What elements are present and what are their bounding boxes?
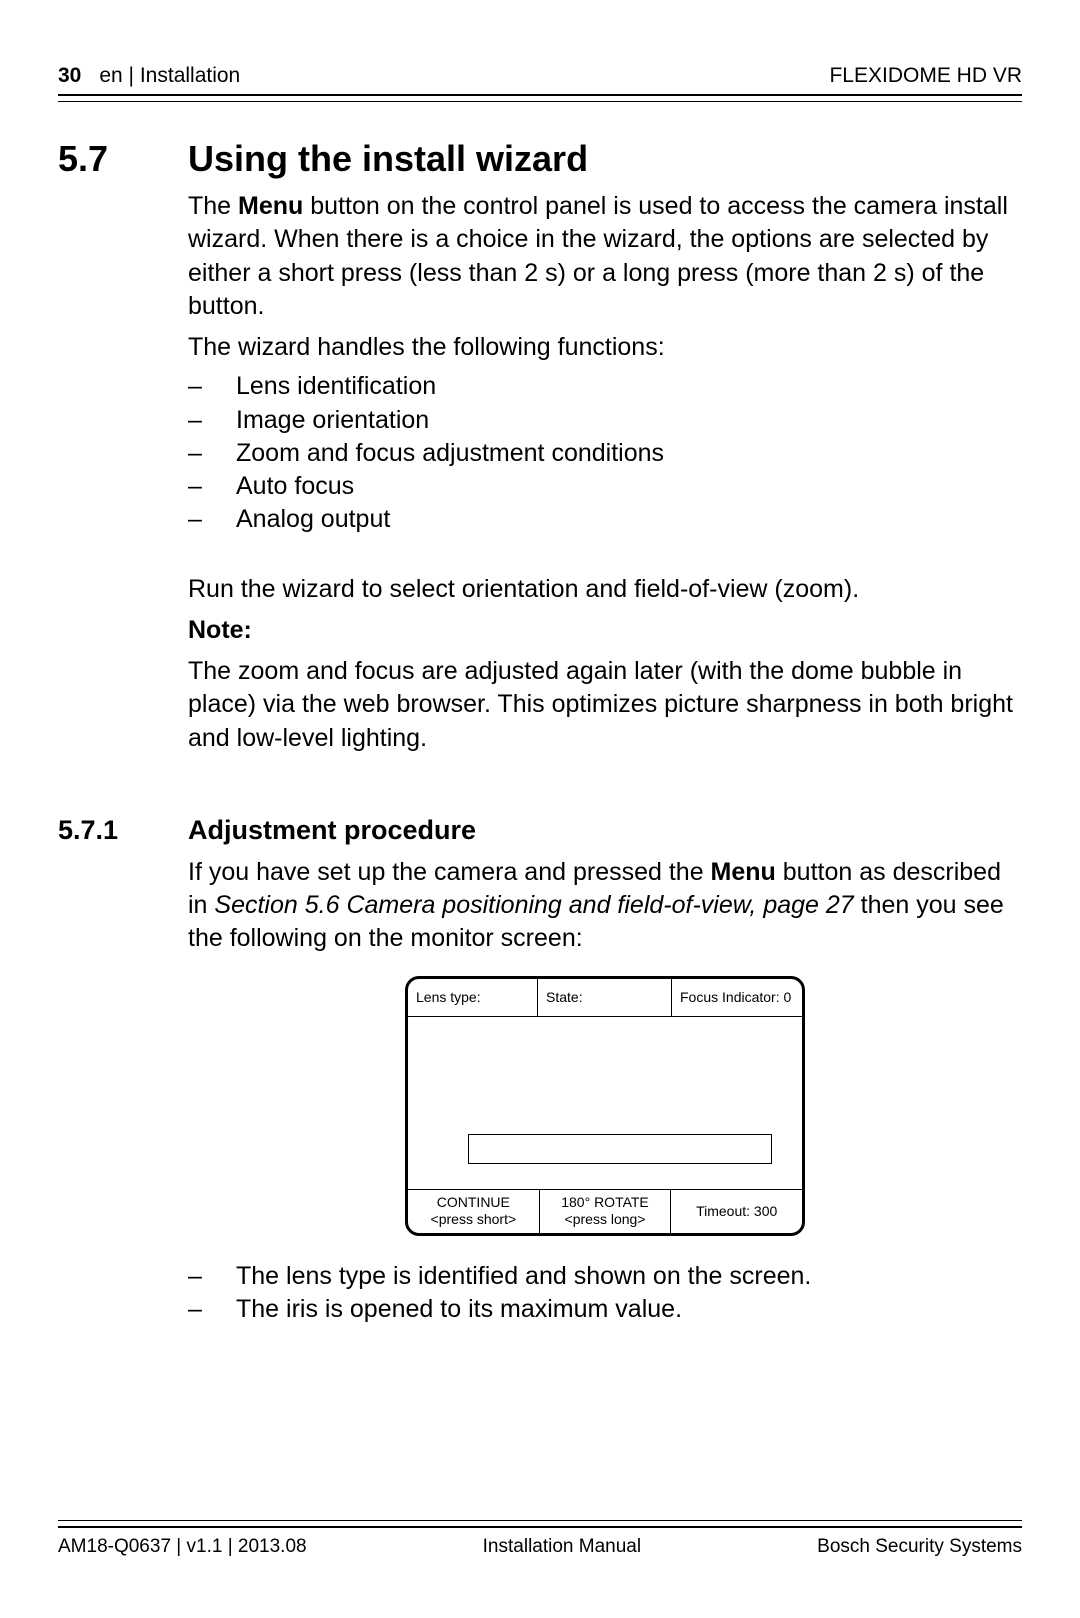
lens-type-cell: Lens type: (408, 979, 538, 1016)
page-header: 30 en | Installation FLEXIDOME HD VR (58, 64, 1022, 96)
product-name: FLEXIDOME HD VR (829, 64, 1022, 88)
note-label: Note: (188, 614, 1022, 647)
section-title: Using the install wizard (188, 138, 588, 180)
mid-rect (468, 1134, 772, 1164)
after-diagram-list: –The lens type is identified and shown o… (188, 1260, 1022, 1327)
list-item: –Analog output (188, 503, 1022, 536)
menu-bold: Menu (238, 192, 303, 220)
breadcrumb: en | Installation (99, 64, 240, 88)
continue-cell: CONTINUE <press short> (408, 1190, 540, 1233)
subsection-title: Adjustment procedure (188, 815, 476, 846)
state-cell: State: (538, 979, 672, 1016)
header-rule (58, 101, 1022, 102)
focus-indicator-cell: Focus Indicator: 0 (672, 979, 802, 1016)
page-number: 30 (58, 64, 81, 88)
footer-left: AM18-Q0637 | v1.1 | 2013.08 (58, 1536, 307, 1558)
note-body: The zoom and focus are adjusted again la… (188, 655, 1022, 755)
intro-paragraph: The Menu button on the control panel is … (188, 190, 1022, 323)
footer-center: Installation Manual (483, 1536, 641, 1558)
list-item: –Lens identification (188, 370, 1022, 403)
page-footer: AM18-Q0637 | v1.1 | 2013.08 Installation… (58, 1520, 1022, 1558)
cross-reference: Section 5.6 Camera positioning and field… (214, 891, 853, 919)
timeout-cell: Timeout: 300 (671, 1190, 802, 1233)
lead-line: The wizard handles the following functio… (188, 331, 1022, 364)
list-item: –Auto focus (188, 470, 1022, 503)
monitor-screen-diagram: Lens type: State: Focus Indicator: 0 CON… (405, 976, 805, 1236)
list-item: –Image orientation (188, 404, 1022, 437)
section-number: 5.7 (58, 138, 188, 180)
subsection-paragraph: If you have set up the camera and presse… (188, 856, 1022, 956)
function-list: –Lens identification –Image orientation … (188, 370, 1022, 536)
footer-right: Bosch Security Systems (817, 1536, 1022, 1558)
list-item: –The iris is opened to its maximum value… (188, 1293, 1022, 1326)
menu-bold-2: Menu (711, 858, 776, 886)
list-item: –The lens type is identified and shown o… (188, 1260, 1022, 1293)
list-item: –Zoom and focus adjustment conditions (188, 437, 1022, 470)
rotate-cell: 180° ROTATE <press long> (540, 1190, 672, 1233)
subsection-number: 5.7.1 (58, 815, 188, 846)
run-wizard-line: Run the wizard to select orientation and… (188, 573, 1022, 606)
